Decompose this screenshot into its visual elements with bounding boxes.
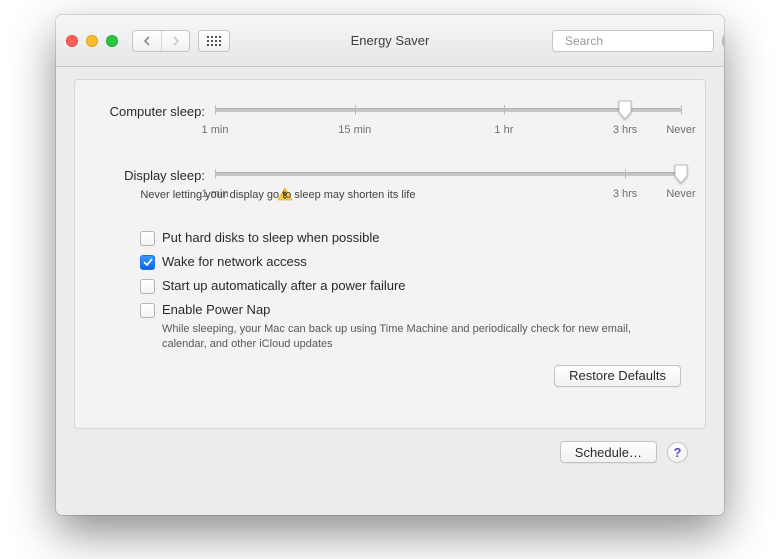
wake-network-label: Wake for network access [162, 254, 307, 269]
back-button[interactable] [133, 31, 161, 51]
window: Energy Saver ✕ Computer sleep: [56, 15, 724, 515]
tick-label: Never [666, 124, 695, 136]
hard-disks-checkbox[interactable] [140, 231, 155, 246]
display-sleep-row: Display sleep: 1 min [99, 166, 681, 204]
computer-sleep-label: Computer sleep: [99, 102, 215, 119]
power-nap-option[interactable]: Enable Power Nap [140, 302, 681, 318]
start-auto-label: Start up automatically after a power fai… [162, 278, 406, 293]
minimize-button[interactable] [86, 35, 98, 47]
display-sleep-warning: Never letting your display go to sleep m… [278, 188, 292, 201]
power-nap-description: While sleeping, your Mac can back up usi… [162, 322, 662, 353]
tick-label: 3 hrs [613, 124, 637, 136]
start-auto-checkbox[interactable] [140, 279, 155, 294]
forward-button[interactable] [161, 31, 189, 51]
display-sleep-thumb[interactable] [674, 164, 688, 184]
close-button[interactable] [66, 35, 78, 47]
help-button[interactable]: ? [667, 442, 688, 463]
show-all-button[interactable] [198, 30, 230, 52]
display-sleep-slider[interactable] [215, 166, 681, 184]
power-nap-label: Enable Power Nap [162, 302, 270, 317]
search-input[interactable] [563, 33, 722, 49]
tick-label: 1 hr [494, 124, 513, 136]
display-sleep-label: Display sleep: [99, 166, 215, 183]
tick-label: 3 hrs [613, 188, 637, 200]
computer-sleep-slider[interactable] [215, 102, 681, 120]
nav-back-forward [132, 30, 190, 52]
start-auto-option[interactable]: Start up automatically after a power fai… [140, 278, 681, 294]
computer-sleep-row: Computer sleep: 1 min [99, 102, 681, 140]
schedule-button[interactable]: Schedule… [560, 441, 657, 463]
computer-sleep-ticks: 1 min 15 min 1 hr 3 hrs Never [215, 124, 681, 140]
display-sleep-ticks: 1 min Never letting your display go to s… [215, 188, 681, 204]
power-nap-checkbox[interactable] [140, 303, 155, 318]
hard-disks-option[interactable]: Put hard disks to sleep when possible [140, 230, 681, 246]
zoom-button[interactable] [106, 35, 118, 47]
tick-label: 1 min [202, 124, 229, 136]
bottom-row: Schedule… ? [74, 429, 706, 463]
tick-label: 15 min [338, 124, 371, 136]
tick-label: Never [666, 188, 695, 200]
content: Computer sleep: 1 min [56, 67, 724, 479]
hard-disks-label: Put hard disks to sleep when possible [162, 230, 380, 245]
restore-defaults-button[interactable]: Restore Defaults [554, 365, 681, 387]
wake-network-checkbox[interactable] [140, 255, 155, 270]
warning-text: Never letting your display go to sleep m… [140, 189, 415, 201]
clear-search-icon[interactable]: ✕ [722, 34, 724, 48]
titlebar: Energy Saver ✕ [56, 15, 724, 67]
wake-network-option[interactable]: Wake for network access [140, 254, 681, 270]
search-field-wrap[interactable]: ✕ [552, 30, 714, 52]
computer-sleep-thumb[interactable] [618, 100, 632, 120]
traffic-lights [66, 35, 118, 47]
settings-panel: Computer sleep: 1 min [74, 79, 706, 429]
